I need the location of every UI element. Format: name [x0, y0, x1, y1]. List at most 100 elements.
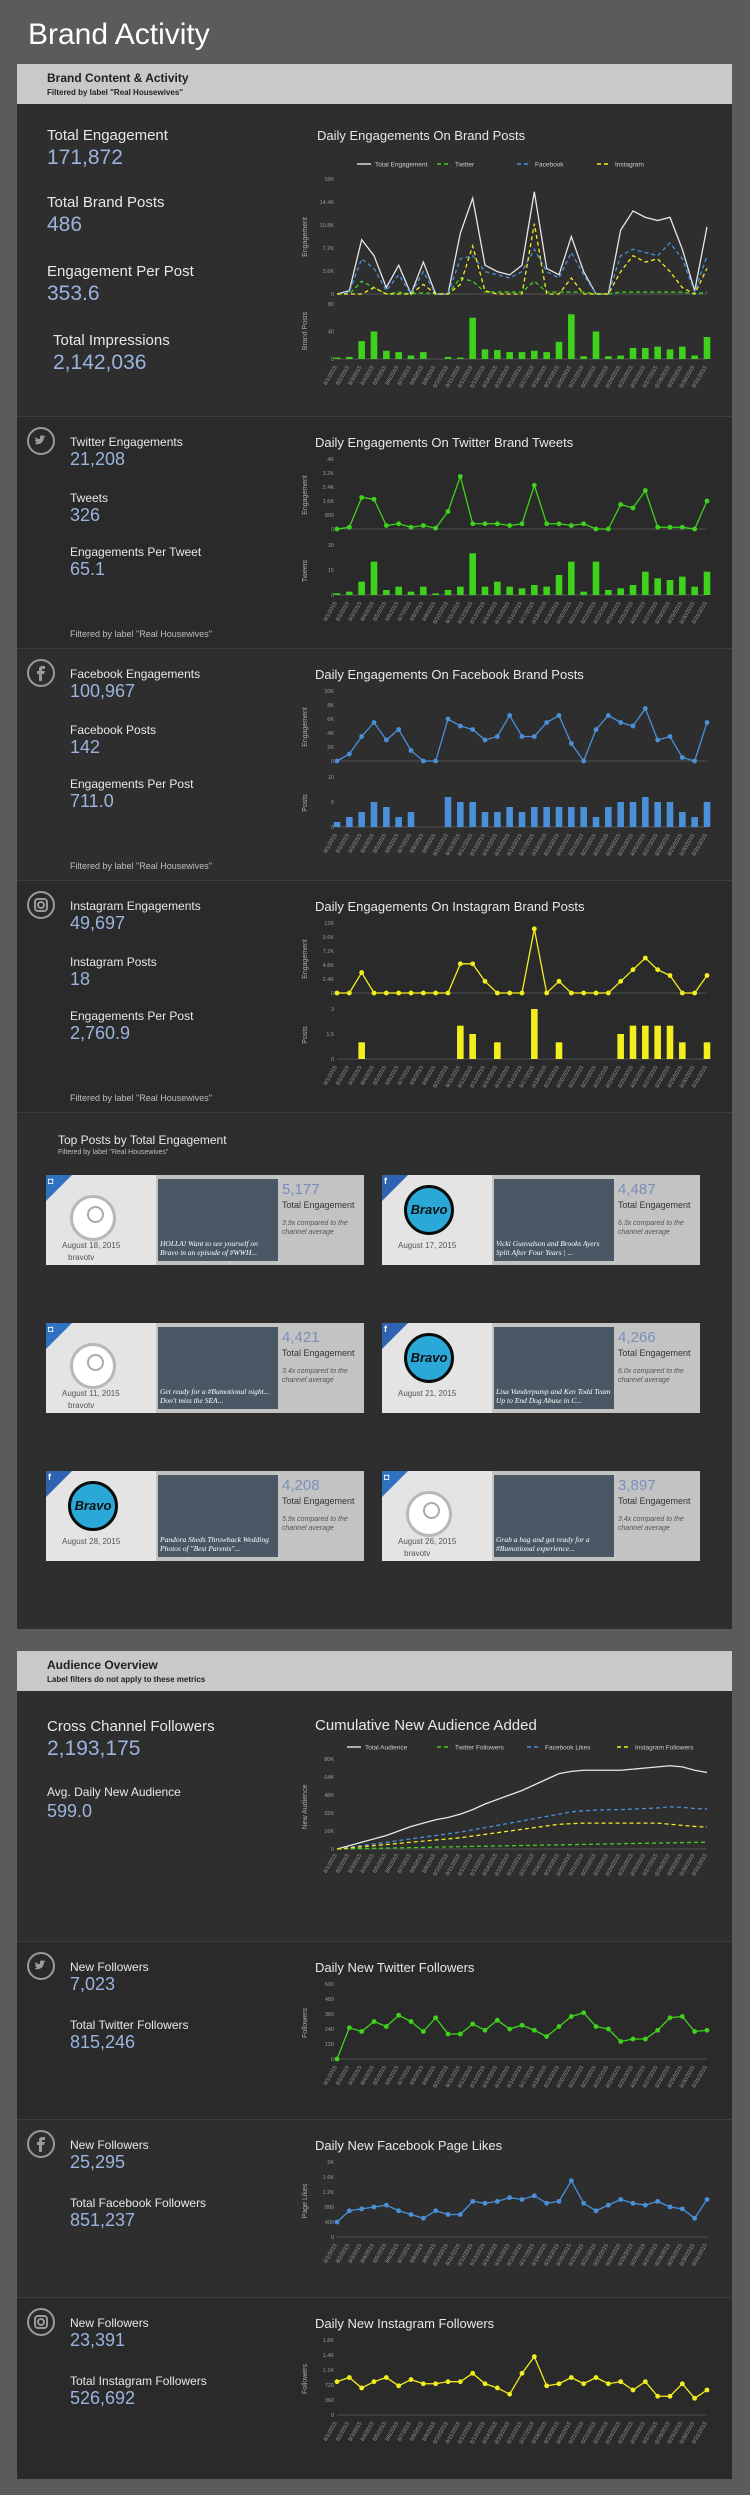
instagram-posts-bar [679, 1042, 686, 1059]
brand-posts-bar [444, 356, 452, 359]
twitter-posts-bar [506, 586, 513, 595]
brand-y-label: Engagement [302, 217, 309, 257]
top-post-card[interactable]: ◘ August 11, 2015 bravotv Get ready for a #… [46, 1323, 364, 1413]
twitter-eng-label: Twitter Engagements [70, 435, 183, 449]
aud-instagram-point [655, 2393, 661, 2399]
aud-twitter-point [396, 2012, 402, 2018]
aud-twitter-point [494, 2017, 500, 2023]
twitter-point [457, 474, 463, 479]
aud-twitter-ytick: 240 [325, 2027, 334, 2033]
instagram-band: Instagram Engagements 49,697 Instagram P… [17, 880, 732, 1112]
facebook-point [494, 734, 500, 739]
impressions-value: 2,142,036 [53, 351, 147, 374]
aud-twitter-point [457, 2031, 463, 2037]
post-image[interactable]: Get ready for a #Bumotional night... Don… [158, 1327, 278, 1409]
aud-facebook-point [630, 2200, 636, 2206]
post-image[interactable]: Grab a bag and get ready for a #Bumotion… [494, 1475, 614, 1557]
aud-facebook-ytick: 800 [325, 2205, 334, 2211]
aud-twitter-point [346, 2025, 352, 2031]
aud-facebook-chart: 04008001.2K1.6K2KPage Likes8/1/20158/2/2… [302, 2160, 710, 2267]
instagram-ytick: 0 [331, 991, 334, 997]
audience-ytick: 64K [324, 1775, 334, 1781]
instagram-ytick: 9.6K [323, 935, 335, 941]
aud-twitter-ytick: 600 [325, 1982, 334, 1988]
aud-twitter-point [371, 2019, 377, 2024]
facebook-point [581, 758, 587, 764]
post-compare: 3.4x compared to the channel average [282, 1368, 348, 1384]
twitter-posts-bar [420, 586, 427, 595]
twitter-ytick: 800 [325, 513, 334, 519]
twitter-ytick: 3.2K [323, 471, 335, 477]
aud-facebook-point [704, 2197, 710, 2202]
facebook-posts-bar [543, 807, 550, 827]
facebook-point [482, 737, 488, 743]
brand-posts-bar [469, 317, 476, 359]
avatar [70, 1343, 116, 1389]
audience-legend-label: Facebook Likes [545, 1745, 591, 1752]
aud-instagram-point [383, 2375, 389, 2380]
total-posts-value: 486 [47, 213, 83, 236]
aud-facebook-point [334, 2219, 340, 2225]
aud-instagram-total-label: Total Instagram Followers [70, 2374, 207, 2388]
post-image[interactable]: HOLLA! Want to see yourself on Bravo in … [158, 1179, 278, 1261]
post-image[interactable]: Pandora Sheds Throwback Wedding Photos o… [158, 1475, 278, 1557]
aud-twitter-point [568, 2014, 574, 2019]
top-post-card[interactable]: Bravo f August 28, 2015 Pandora Sheds Throw… [46, 1471, 364, 1561]
post-profile: ◘ August 18, 2015 bravotv [46, 1175, 156, 1265]
twitter-ytick: 4K [327, 457, 334, 463]
aud-twitter-point [556, 2024, 562, 2029]
twitter-point [420, 523, 426, 528]
twitter-point [396, 521, 402, 527]
brand-ytick: 14.4K [320, 200, 335, 206]
brand-ytick: 0 [331, 292, 334, 298]
facebook-point [396, 727, 402, 732]
audience-series-line [336, 1806, 708, 1850]
aud-facebook-point [581, 2200, 587, 2206]
aud-instagram-ytick: 360 [325, 2398, 334, 2404]
audience-header-title: Audience Overview [47, 1658, 158, 1672]
aud-twitter-point [581, 2010, 587, 2016]
avatar [70, 1195, 116, 1241]
aud-instagram-point [334, 2379, 340, 2385]
instagram-filter: Filtered by label "Real Housewives" [70, 1093, 212, 1103]
aud-instagram-new-label: New Followers [70, 2316, 149, 2330]
instagram-eng-label: Instagram Engagements [70, 899, 201, 913]
brand-posts-bar [555, 341, 563, 359]
facebook-posts-ytick: 10 [328, 775, 334, 781]
brand-posts-bar [691, 355, 698, 359]
instagram-point [371, 990, 377, 996]
top-post-card[interactable]: Bravo f August 17, 2015 Vicki Gunvalson and… [382, 1175, 700, 1265]
aud-facebook-point [408, 2212, 414, 2217]
instagram-point [433, 990, 439, 996]
twitter-point [704, 498, 710, 504]
aud-instagram-point [346, 2375, 352, 2380]
facebook-posts-bar [346, 817, 353, 827]
aud-instagram-total-value: 526,692 [70, 2388, 136, 2408]
top-post-card[interactable]: ◘ August 26, 2015 bravotv Grab a bag and ge… [382, 1471, 700, 1561]
aud-instagram-point [445, 2379, 451, 2385]
brand-posts-bar [642, 348, 649, 359]
post-compare: 6.3x compared to the channel average [618, 1220, 684, 1236]
post-compare: 3.9x compared to the channel average [282, 1220, 348, 1236]
brand-header-title: Brand Content & Activity [47, 71, 189, 85]
aud-instagram-point [667, 2393, 673, 2399]
twitter-posts-bar [568, 561, 575, 595]
aud-twitter-point [692, 2029, 698, 2034]
aud-instagram-point [581, 2381, 587, 2387]
instagram-chart: 0 2.4K 4.8K 7.2K 9.6K 12K Engagement 0 1.5 3 Posts… [302, 921, 711, 1089]
facebook-point [383, 737, 389, 743]
post-image[interactable]: Lisa Vanderpump and Ken Todd Team Up to … [494, 1327, 614, 1409]
instagram-posts-ytick: 0 [331, 1057, 334, 1063]
aud-twitter-point [593, 2024, 599, 2029]
facebook-posts-ytick: 0 [331, 825, 334, 831]
top-post-card[interactable]: Bravo f August 21, 2015 Lisa Vanderpump and… [382, 1323, 700, 1413]
audience-legend-label: Total Audience [365, 1745, 408, 1752]
top-post-card[interactable]: ◘ August 18, 2015 bravotv HOLLA! Want to se… [46, 1175, 364, 1265]
instagram-posts-ytick: 3 [331, 1007, 334, 1013]
instagram-point [408, 990, 414, 996]
instagram-icon: ◘ [48, 1324, 54, 1334]
post-image[interactable]: Vicki Gunvalson and Brooks Ayers Split A… [494, 1179, 614, 1261]
instagram-point [445, 990, 451, 996]
aud-instagram-point [519, 2370, 525, 2376]
instagram-posts-bar [494, 1042, 501, 1059]
